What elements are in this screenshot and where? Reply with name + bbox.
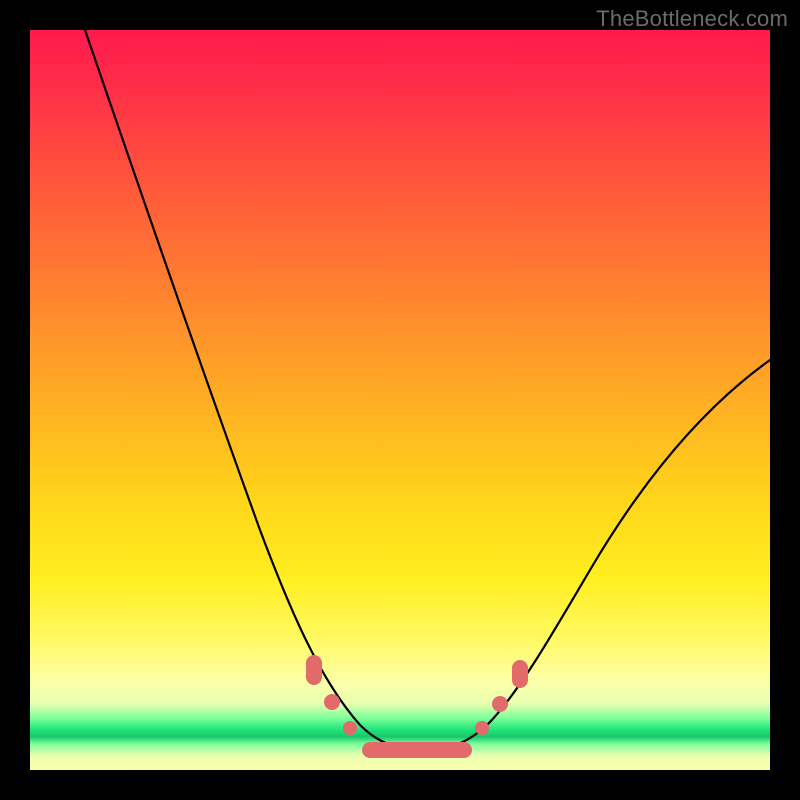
bottleneck-curve [85, 30, 770, 750]
marker-dot [492, 696, 508, 712]
marker-dot [475, 721, 489, 735]
watermark-text: TheBottleneck.com [596, 6, 788, 32]
curve-svg [30, 30, 770, 770]
marker-bottom-bar [362, 742, 472, 758]
marker-right-cap [512, 660, 528, 688]
chart-frame: TheBottleneck.com [0, 0, 800, 800]
marker-dot [324, 694, 340, 710]
marker-left-cap [306, 655, 322, 685]
plot-area [30, 30, 770, 770]
marker-dot [343, 721, 357, 735]
